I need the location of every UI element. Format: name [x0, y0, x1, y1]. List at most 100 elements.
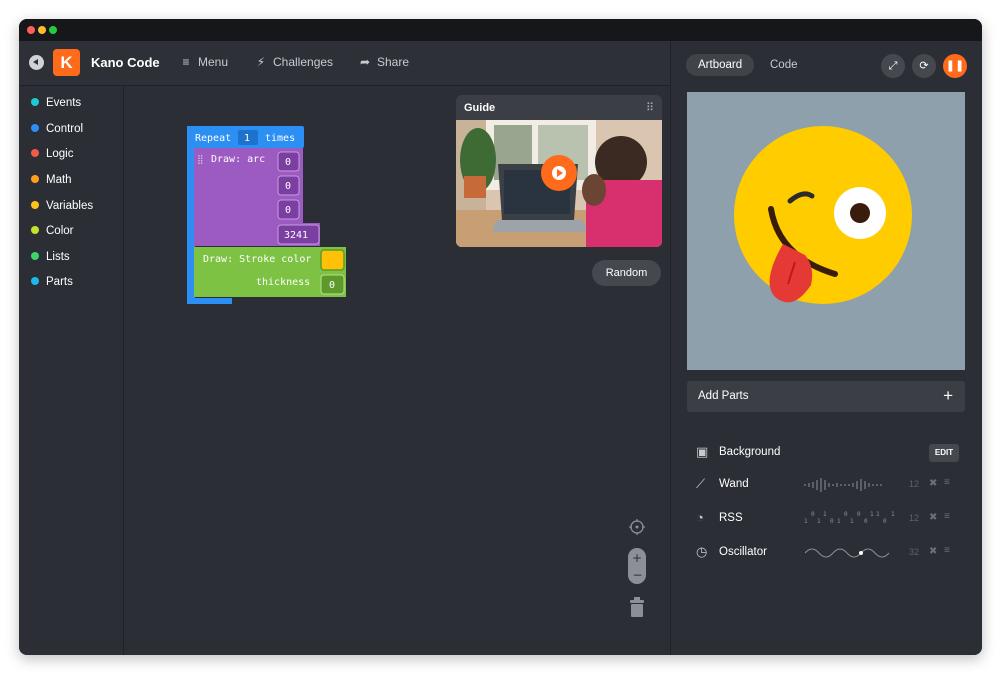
control-dot-icon [31, 124, 39, 132]
part-label: Oscillator [719, 546, 767, 558]
remove-icon[interactable]: ✖ [929, 512, 937, 523]
color-dot-icon [31, 226, 39, 234]
lists-dot-icon [31, 252, 39, 260]
rss-icon: ◔ [696, 510, 704, 525]
svg-text:1: 1 [817, 518, 821, 525]
variables-dot-icon [31, 201, 39, 209]
grid-icon[interactable]: ⠿ [646, 101, 654, 114]
drag-menu-icon[interactable]: ≡ [944, 545, 950, 556]
category-label: Events [46, 97, 82, 109]
category-label: Control [46, 123, 84, 135]
arc-arg-1[interactable]: 0 [285, 181, 291, 192]
category-label: Color [46, 225, 74, 237]
category-math[interactable]: Math [31, 174, 72, 190]
stroke-label: Draw: Stroke color [203, 254, 311, 265]
artboard-canvas[interactable] [687, 92, 965, 370]
maximize-window-dot[interactable] [49, 26, 57, 34]
code-workspace[interactable]: Repeat 1 times ⣿ Draw: arc 0 0 0 3241 Dr… [124, 86, 670, 655]
close-window-dot[interactable] [27, 26, 35, 34]
challenges-label: Challenges [273, 55, 334, 69]
right-panel: Artboard Code ⤢ ⟳ ❚❚ Add Parts + ▣ Backg… [670, 41, 982, 655]
category-label: Lists [46, 251, 70, 263]
hamburger-icon: ≡ [182, 55, 190, 69]
share-button[interactable]: ➦ Share [358, 55, 409, 69]
drag-handle-icon[interactable]: ⣿ [197, 154, 204, 165]
math-dot-icon [31, 175, 39, 183]
svg-text:1: 1 [850, 518, 854, 525]
category-events[interactable]: Events [31, 97, 81, 113]
guide-video-thumbnail[interactable] [456, 120, 662, 247]
draw-arc-block[interactable]: ⣿ Draw: arc 0 0 0 3241 [194, 148, 320, 246]
category-logic[interactable]: Logic [31, 148, 74, 164]
svg-text:0: 0 [811, 511, 815, 518]
events-dot-icon [31, 98, 39, 106]
guide-title: Guide [464, 102, 496, 114]
svg-text:0: 0 [883, 518, 887, 525]
thickness-value[interactable]: 0 [329, 280, 335, 291]
category-label: Logic [46, 148, 74, 160]
random-button[interactable]: Random [592, 260, 661, 286]
wand-icon: ⟋ [696, 476, 706, 491]
drag-menu-icon[interactable]: ≡ [944, 477, 950, 488]
category-control[interactable]: Control [31, 123, 83, 139]
category-parts[interactable]: Parts [31, 276, 73, 292]
part-value: 12 [909, 513, 920, 523]
part-wand[interactable]: ⟋ Wand 12 ✖ ≡ [687, 473, 965, 497]
part-value: 12 [909, 479, 920, 489]
svg-text:1: 1 [823, 511, 827, 518]
repeat-count[interactable]: 1 [244, 133, 250, 144]
rss-bits-icon: 101 10 1 010 01 1 01 [804, 511, 895, 525]
stroke-color-swatch[interactable] [320, 249, 345, 271]
minimize-window-dot[interactable] [38, 26, 46, 34]
share-arrow-icon: ➦ [359, 55, 371, 69]
image-icon: ▣ [696, 444, 709, 459]
svg-text:1: 1 [837, 518, 841, 525]
remove-icon[interactable]: ✖ [929, 546, 937, 557]
svg-text:1: 1 [891, 511, 895, 518]
part-label: Background [719, 446, 781, 458]
edit-button[interactable]: EDIT [929, 444, 959, 462]
top-toolbar: K Kano Code ≡ Menu ⚡ Challenges ➦ Share [19, 41, 670, 86]
lightning-icon: ⚡ [256, 55, 266, 69]
part-rss[interactable]: ◔ RSS 101 101 010 011 01 12 ✖ ≡ [687, 507, 965, 531]
guide-panel[interactable]: Guide ⠿ [456, 95, 662, 247]
challenges-button[interactable]: ⚡ Challenges [254, 55, 333, 69]
pause-icon[interactable]: ❚❚ [943, 54, 967, 78]
svg-text:1: 1 [870, 511, 874, 518]
arc-label: Draw: arc [211, 154, 265, 165]
trash-icon[interactable] [630, 597, 644, 617]
tab-artboard[interactable]: Artboard [686, 54, 755, 76]
parts-dot-icon [31, 277, 39, 285]
back-icon[interactable] [29, 55, 44, 70]
kano-logo: K [53, 49, 80, 76]
add-parts-label: Add Parts [698, 390, 749, 402]
tab-code[interactable]: Code [758, 54, 810, 76]
plus-icon[interactable]: + [943, 386, 953, 406]
remove-icon[interactable]: ✖ [929, 478, 937, 489]
svg-text:1: 1 [876, 511, 880, 518]
arc-arg-0[interactable]: 0 [285, 157, 291, 168]
menu-button[interactable]: ≡ Menu [179, 55, 228, 69]
restart-icon[interactable]: ⟳ [912, 54, 936, 78]
add-parts-bar[interactable]: Add Parts + [687, 381, 965, 412]
category-color[interactable]: Color [31, 225, 73, 241]
category-variables[interactable]: Variables [31, 200, 93, 216]
stroke-color-block[interactable]: Draw: Stroke color thickness 0 [194, 247, 346, 297]
svg-text:0: 0 [857, 511, 861, 518]
zoom-out-icon[interactable]: − [633, 568, 643, 582]
part-oscillator[interactable]: ◷ Oscillator 32 ✖ ≡ [687, 541, 965, 565]
logic-dot-icon [31, 149, 39, 157]
zoom-controls: + − [628, 519, 646, 617]
part-label: RSS [719, 512, 743, 524]
drag-menu-icon[interactable]: ≡ [944, 511, 950, 522]
arc-arg-3[interactable]: 3241 [284, 230, 308, 241]
fullscreen-icon[interactable]: ⤢ [881, 54, 905, 78]
oscillator-wave-icon [804, 548, 890, 558]
part-value: 32 [909, 547, 920, 557]
category-lists[interactable]: Lists [31, 251, 70, 267]
part-background[interactable]: ▣ Background EDIT [687, 441, 965, 465]
arc-arg-2[interactable]: 0 [285, 205, 291, 216]
repeat-suffix: times [265, 133, 295, 144]
part-label: Wand [719, 478, 749, 490]
zoom-in-icon[interactable]: + [632, 551, 642, 565]
